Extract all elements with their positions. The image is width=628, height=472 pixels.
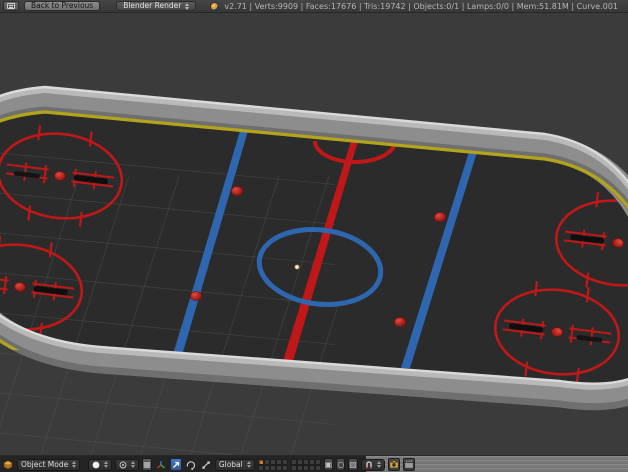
rotate-manipulator-icon	[186, 460, 195, 470]
magnet-snap-icon	[366, 461, 372, 469]
snap-element-button[interactable]: ▨	[348, 458, 358, 471]
align-grid-icon: ▦	[143, 459, 151, 469]
scene-lock-icon: ▣	[324, 459, 333, 469]
mode-select[interactable]: Object Mode	[17, 458, 81, 471]
chevron-updown-icon	[104, 461, 109, 468]
proportional-edit-icon: ○	[337, 459, 345, 469]
layer-group	[290, 458, 321, 471]
scene-statistics: v2.71 | Verts:9909 | Faces:17676 | Tris:…	[224, 1, 619, 11]
blender-window: Back to Previous Blender Render v2.71 | …	[0, 0, 628, 472]
scene-lock-button[interactable]: ▣	[323, 458, 334, 471]
pivot-center-select[interactable]	[115, 458, 140, 471]
viewport-editor-icon	[3, 460, 13, 469]
blender-logo-icon	[210, 1, 220, 11]
chevron-updown-icon	[72, 461, 77, 468]
editor-type-selector[interactable]	[3, 1, 19, 11]
chevron-updown-icon	[131, 461, 136, 468]
render-image-button[interactable]	[387, 458, 400, 471]
3d-cursor-dot	[294, 264, 300, 270]
orientation-select-value: Global	[218, 460, 243, 469]
manipulator-toggle[interactable]	[154, 458, 167, 471]
translate-manipulator-button[interactable]	[169, 458, 182, 471]
manipulator-axis-icon	[156, 460, 165, 469]
layer-toggle[interactable]	[314, 464, 321, 471]
rotate-manipulator-button[interactable]	[184, 458, 197, 471]
pivot-center-icon	[119, 461, 127, 468]
viewport-header: Object Mode ▦ Global ▣ ○ ▨	[0, 455, 628, 472]
layer-group	[257, 458, 288, 471]
snap-element-icon: ▨	[349, 459, 357, 469]
viewport-header-controls: Object Mode ▦ Global ▣ ○ ▨	[0, 456, 415, 472]
viewport-shading-select[interactable]	[88, 458, 113, 471]
chevron-updown-icon	[376, 461, 381, 468]
render-engine-select[interactable]: Blender Render	[116, 1, 197, 11]
translate-manipulator-icon	[172, 461, 179, 468]
chevron-updown-icon	[246, 461, 251, 468]
render-image-icon	[389, 460, 399, 469]
scale-manipulator-button[interactable]	[199, 458, 212, 471]
3d-viewport[interactable]	[0, 13, 628, 455]
magnet-snap-toggle[interactable]	[360, 458, 385, 471]
layer-toggle[interactable]	[281, 464, 288, 471]
viewport-shading-icon	[92, 461, 100, 468]
scale-manipulator-icon	[202, 460, 210, 469]
info-editor-icon	[7, 3, 15, 9]
render-animation-icon	[404, 460, 414, 469]
back-to-previous-button[interactable]: Back to Previous	[24, 1, 101, 11]
mode-select-value: Object Mode	[21, 460, 69, 469]
render-animation-button[interactable]	[402, 458, 415, 471]
viewport-canvas	[0, 13, 628, 455]
chevron-updown-icon	[185, 2, 190, 10]
proportional-edit-button[interactable]: ○	[336, 458, 346, 471]
editor-type-selector-3dview[interactable]	[2, 458, 14, 471]
render-engine-value: Blender Render	[123, 1, 182, 10]
back-to-previous-label: Back to Previous	[31, 1, 94, 10]
transform-orientation-select[interactable]: Global	[214, 458, 255, 471]
info-header: Back to Previous Blender Render v2.71 | …	[0, 0, 628, 13]
pivot-align-toggle[interactable]: ▦	[142, 458, 152, 471]
